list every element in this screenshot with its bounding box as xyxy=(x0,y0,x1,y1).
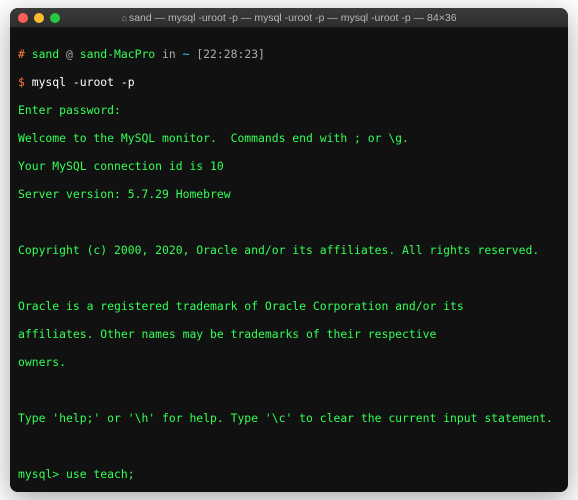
prompt-context-line: # sand @ sand-MacPro in ~ [22:28:23] xyxy=(18,47,560,61)
window-title: ⌂sand — mysql -uroot -p — mysql -uroot -… xyxy=(10,12,568,24)
blank-line xyxy=(18,271,560,285)
output-line: Your MySQL connection id is 10 xyxy=(18,159,560,173)
output-line: Enter password: xyxy=(18,103,560,117)
prompt-user: sand xyxy=(32,47,59,61)
output-line: Type 'help;' or '\h' for help. Type '\c'… xyxy=(18,411,560,425)
prompt-host: sand-MacPro xyxy=(80,47,155,61)
window-controls xyxy=(18,13,60,23)
prompt-command-line: $ mysql -uroot -p xyxy=(18,75,560,89)
output-line: Server version: 5.7.29 Homebrew xyxy=(18,187,560,201)
prompt-time: [22:28:23] xyxy=(196,47,265,61)
terminal-body[interactable]: # sand @ sand-MacPro in ~ [22:28:23] $ m… xyxy=(10,28,568,492)
zoom-icon[interactable] xyxy=(50,13,60,23)
window-title-text: sand — mysql -uroot -p — mysql -uroot -p… xyxy=(129,12,457,24)
output-line: Oracle is a registered trademark of Orac… xyxy=(18,299,560,313)
terminal-window: ⌂sand — mysql -uroot -p — mysql -uroot -… xyxy=(10,8,568,492)
output-line: Copyright (c) 2000, 2020, Oracle and/or … xyxy=(18,243,560,257)
output-line: affiliates. Other names may be trademark… xyxy=(18,327,560,341)
output-line: owners. xyxy=(18,355,560,369)
output-line: Welcome to the MySQL monitor. Commands e… xyxy=(18,131,560,145)
prompt-symbol: # xyxy=(18,47,25,61)
prompt-dollar: $ xyxy=(18,75,25,89)
close-icon[interactable] xyxy=(18,13,28,23)
mysql-prompt-line: mysql> use teach; xyxy=(18,467,560,481)
blank-line xyxy=(18,383,560,397)
blank-line xyxy=(18,439,560,453)
home-icon: ⌂ xyxy=(121,13,126,23)
minimize-icon[interactable] xyxy=(34,13,44,23)
prompt-at: @ xyxy=(66,47,73,61)
prompt-path: ~ xyxy=(183,47,190,61)
command-text: mysql -uroot -p xyxy=(32,75,135,89)
blank-line xyxy=(18,215,560,229)
titlebar[interactable]: ⌂sand — mysql -uroot -p — mysql -uroot -… xyxy=(10,8,568,28)
prompt-in: in xyxy=(162,47,176,61)
